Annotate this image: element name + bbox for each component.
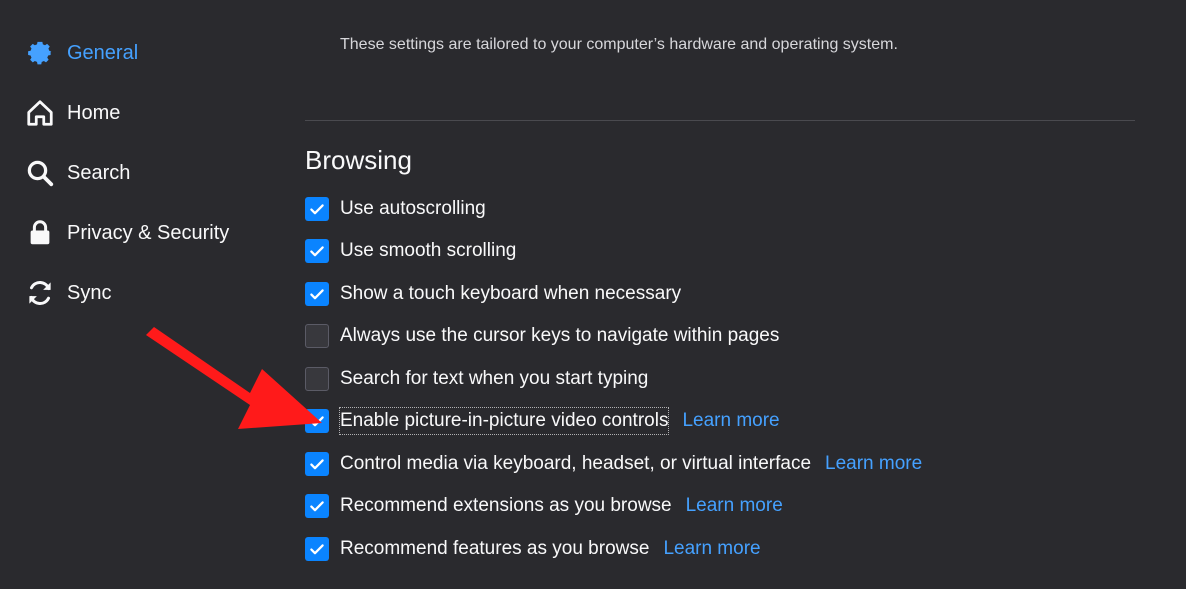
checkmark-icon: [310, 246, 324, 257]
option-row: Use autoscrolling: [305, 194, 486, 224]
option-checkbox[interactable]: [305, 494, 329, 518]
sync-icon: [24, 277, 56, 309]
option-label[interactable]: Always use the cursor keys to navigate w…: [340, 323, 779, 349]
sidebar-item-search[interactable]: Search: [24, 153, 130, 193]
sidebar: General Home Search Privacy & Security S…: [0, 0, 270, 589]
option-label[interactable]: Recommend extensions as you browse: [340, 493, 672, 519]
sidebar-item-privacy-security[interactable]: Privacy & Security: [24, 213, 229, 253]
option-label[interactable]: Use smooth scrolling: [340, 238, 516, 264]
option-checkbox[interactable]: [305, 197, 329, 221]
sidebar-item-label: Sync: [67, 281, 112, 304]
lock-icon: [24, 217, 56, 249]
sidebar-item-sync[interactable]: Sync: [24, 273, 111, 313]
sidebar-item-general[interactable]: General: [24, 33, 138, 73]
settings-panel: These settings are tailored to your comp…: [305, 0, 1135, 589]
gear-icon: [24, 37, 56, 69]
sidebar-item-label: General: [67, 41, 139, 64]
option-checkbox[interactable]: [305, 537, 329, 561]
option-row: Always use the cursor keys to navigate w…: [305, 321, 779, 351]
option-checkbox[interactable]: [305, 282, 329, 306]
search-icon: [24, 157, 56, 189]
sidebar-item-label: Home: [67, 101, 121, 124]
option-row: Enable picture-in-picture video controls…: [305, 406, 780, 436]
option-label[interactable]: Use autoscrolling: [340, 196, 486, 222]
learn-more-link[interactable]: Learn more: [686, 495, 783, 517]
option-label[interactable]: Search for text when you start typing: [340, 366, 648, 392]
option-row: Control media via keyboard, headset, or …: [305, 449, 922, 479]
annotation-arrow: [146, 327, 322, 429]
preferences-window: General Home Search Privacy & Security S…: [0, 0, 1186, 589]
performance-hint: These settings are tailored to your comp…: [340, 36, 898, 53]
section-title-browsing: Browsing: [305, 145, 412, 175]
option-checkbox[interactable]: [305, 239, 329, 263]
option-row: Recommend features as you browse Learn mo…: [305, 534, 761, 564]
option-row: Use smooth scrolling: [305, 236, 516, 266]
learn-more-link[interactable]: Learn more: [825, 453, 922, 475]
learn-more-link[interactable]: Learn more: [682, 410, 779, 432]
option-label[interactable]: Control media via keyboard, headset, or …: [340, 451, 811, 477]
sidebar-item-label: Search: [67, 161, 131, 184]
option-label[interactable]: Enable picture-in-picture video controls: [338, 407, 670, 435]
checkmark-icon: [310, 501, 324, 512]
option-checkbox[interactable]: [305, 452, 329, 476]
sidebar-item-label: Privacy & Security: [67, 221, 230, 244]
option-label[interactable]: Show a touch keyboard when necessary: [340, 281, 681, 307]
sidebar-item-home[interactable]: Home: [24, 93, 120, 133]
option-row: Show a touch keyboard when necessary: [305, 279, 681, 309]
checkmark-icon: [310, 544, 324, 555]
section-divider: [305, 120, 1135, 121]
home-icon: [24, 97, 56, 129]
learn-more-link[interactable]: Learn more: [663, 538, 760, 560]
checkmark-icon: [310, 459, 324, 470]
option-label[interactable]: Recommend features as you browse: [340, 536, 649, 562]
checkmark-icon: [310, 204, 324, 215]
checkmark-icon: [310, 289, 324, 300]
option-row: Search for text when you start typing: [305, 364, 648, 394]
option-row: Recommend extensions as you browse Learn …: [305, 491, 783, 521]
